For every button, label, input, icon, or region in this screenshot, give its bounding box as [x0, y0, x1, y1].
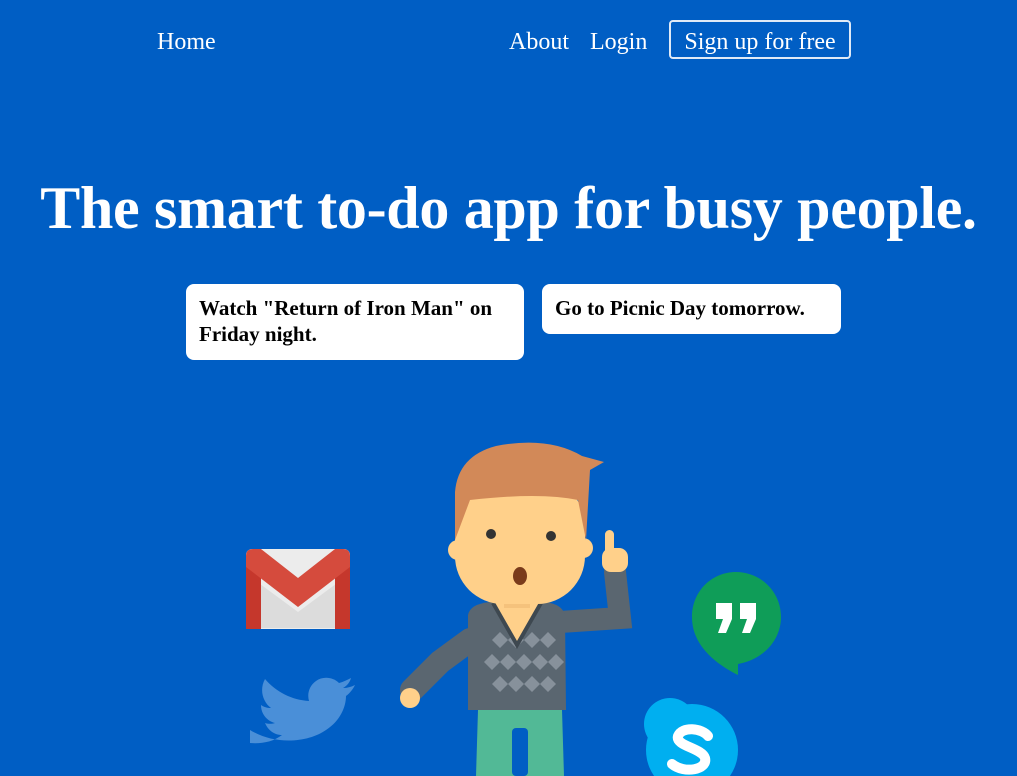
- hero-illustration: [246, 442, 781, 776]
- gmail-icon: [246, 549, 350, 629]
- twitter-icon: [250, 677, 355, 744]
- hangouts-icon: [692, 572, 781, 675]
- person-illustration: [400, 442, 633, 776]
- skype-icon: [644, 698, 738, 776]
